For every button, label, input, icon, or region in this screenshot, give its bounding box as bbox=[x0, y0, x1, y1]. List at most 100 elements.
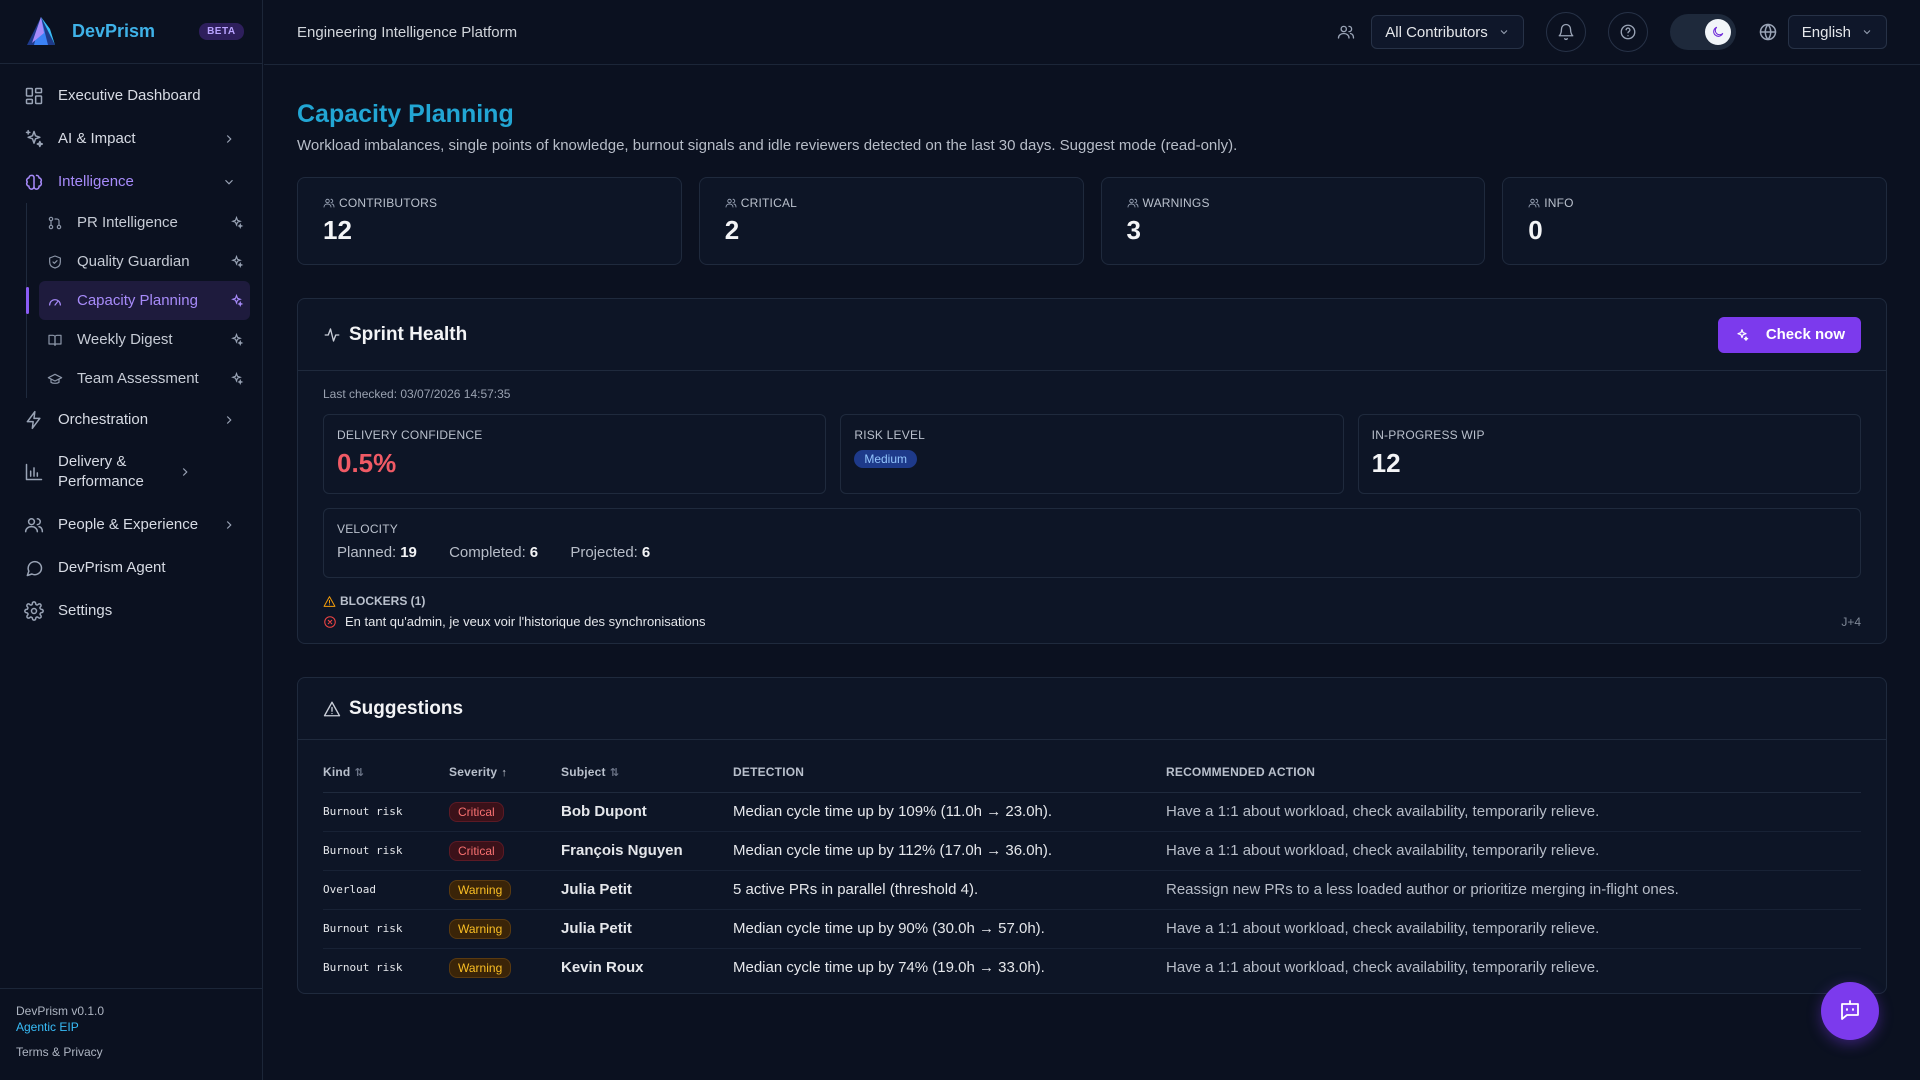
brand[interactable]: DevPrism BETA bbox=[0, 0, 262, 64]
sidebar-footer: DevPrism v0.1.0 Agentic EIP Terms & Priv… bbox=[0, 988, 262, 1080]
cell-subject: François Nguyen bbox=[561, 831, 733, 871]
cell-severity: Warning bbox=[449, 909, 561, 949]
bell-icon bbox=[1558, 23, 1574, 41]
blocker-text: En tant qu'admin, je veux voir l'histori… bbox=[345, 614, 706, 629]
col-kind-label: Kind bbox=[323, 764, 351, 779]
delivery-confidence-value: 0.5% bbox=[337, 448, 397, 478]
notifications-button[interactable] bbox=[1545, 12, 1586, 52]
velocity-row: Planned: 19 Completed: 6 Projected: 6 bbox=[337, 544, 1847, 561]
check-now-button[interactable]: Check now bbox=[1717, 316, 1861, 353]
severity-badge: Warning bbox=[449, 957, 512, 978]
sidebar-item-pr-intelligence[interactable]: PR Intelligence bbox=[27, 203, 262, 242]
book-icon bbox=[48, 334, 62, 346]
sidebar-item-delivery-performance[interactable]: Delivery & Performance bbox=[0, 441, 262, 503]
terms-link[interactable]: Terms & Privacy bbox=[16, 1044, 246, 1060]
col-kind-header[interactable]: Kind ⇅ bbox=[323, 752, 449, 793]
col-detection-header: DETECTION bbox=[733, 752, 1166, 793]
beta-badge: BETA bbox=[199, 23, 244, 40]
page-subtitle: Workload imbalances, single points of kn… bbox=[297, 137, 1238, 154]
sparkles-icon bbox=[1737, 328, 1749, 341]
users-icon bbox=[24, 517, 44, 532]
cell-severity: Warning bbox=[449, 948, 561, 987]
x-circle-icon bbox=[324, 615, 336, 628]
help-icon bbox=[1620, 24, 1636, 40]
table-row[interactable]: Burnout risk Critical Bob Dupont Median … bbox=[323, 792, 1861, 832]
risk-level-metric: RISK LEVEL Medium bbox=[840, 414, 1344, 494]
sidebar-item-people-experience[interactable]: People & Experience bbox=[0, 503, 262, 546]
kpi-label-text: CRITICAL bbox=[740, 196, 798, 210]
kpi-label-text: CONTRIBUTORS bbox=[339, 196, 438, 210]
sprint-health-title: Sprint Health bbox=[349, 323, 468, 345]
severity-badge: Warning bbox=[449, 879, 512, 900]
theme-toggle[interactable] bbox=[1669, 14, 1736, 50]
sidebar-item-capacity-planning[interactable]: Capacity Planning bbox=[26, 281, 250, 320]
intelligence-submenu: PR Intelligence Quality Guardian Capacit… bbox=[26, 203, 262, 398]
cell-kind: Burnout risk bbox=[323, 831, 449, 871]
blocker-item[interactable]: En tant qu'admin, je veux voir l'histori… bbox=[323, 614, 1861, 629]
sidebar-item-orchestration[interactable]: Orchestration bbox=[0, 398, 262, 441]
sidebar-item-weekly-digest[interactable]: Weekly Digest bbox=[27, 320, 262, 359]
wip-metric: IN-PROGRESS WIP 12 bbox=[1357, 414, 1861, 494]
wip-value: 12 bbox=[1371, 448, 1401, 478]
kpi-label-text: INFO bbox=[1544, 196, 1574, 210]
activity-icon bbox=[324, 327, 340, 342]
velocity-panel: VELOCITY Planned: 19 Completed: 6 Projecte… bbox=[323, 508, 1861, 578]
language-select-value: English bbox=[1801, 23, 1851, 41]
kpi-value: 2 bbox=[724, 215, 740, 245]
sidebar-item-label: People & Experience bbox=[58, 516, 199, 533]
contributors-select[interactable]: All Contributors bbox=[1371, 15, 1524, 49]
product-tagline: Agentic EIP bbox=[16, 1020, 79, 1034]
projected-label: Projected: bbox=[570, 544, 638, 561]
suggestions-header: Suggestions bbox=[298, 678, 1886, 740]
col-severity-header[interactable]: Severity ↑ bbox=[449, 752, 561, 793]
kpi-value: 3 bbox=[1126, 215, 1141, 245]
sidebar-item-intelligence[interactable]: Intelligence bbox=[0, 160, 262, 203]
risk-level-badge: Medium bbox=[854, 450, 918, 468]
kpi-value: 0 bbox=[1528, 215, 1543, 245]
table-row[interactable]: Burnout risk Warning Julia Petit Median … bbox=[323, 909, 1861, 949]
blockers-title: BLOCKERS (1) bbox=[340, 594, 426, 608]
sidebar-item-label: Delivery & Performance bbox=[58, 453, 144, 490]
sparkles-icon bbox=[231, 332, 244, 347]
col-severity-label: Severity bbox=[449, 764, 498, 779]
users-icon bbox=[1338, 25, 1355, 39]
velocity-label: VELOCITY bbox=[337, 522, 398, 536]
sparkles-icon bbox=[231, 293, 244, 308]
cell-action: Have a 1:1 about workload, check availab… bbox=[1166, 831, 1861, 871]
suggestions-table: Kind ⇅ Severity ↑ Subject ⇅ DETECTION RECOM… bbox=[323, 752, 1861, 987]
gauge-icon bbox=[49, 298, 61, 306]
page-title: Capacity Planning bbox=[297, 100, 514, 128]
col-detection-label: DETECTION bbox=[733, 764, 805, 779]
sort-icon: ⇅ bbox=[609, 766, 620, 779]
dashboard-icon bbox=[25, 87, 43, 104]
sidebar-item-settings[interactable]: Settings bbox=[0, 589, 262, 632]
theme-toggle-knob bbox=[1704, 19, 1731, 45]
help-button[interactable] bbox=[1607, 12, 1648, 52]
cell-severity: Warning bbox=[449, 870, 561, 910]
check-now-label: Check now bbox=[1765, 326, 1845, 343]
sprint-health-body: Last checked: 03/07/2026 14:57:35 DELIVE… bbox=[298, 371, 1886, 643]
kpi-card-warnings: WARNINGS 3 bbox=[1100, 177, 1486, 265]
table-row[interactable]: Burnout risk Critical François Nguyen Me… bbox=[323, 831, 1861, 871]
sprint-metrics: DELIVERY CONFIDENCE 0.5% RISK LEVEL Medi… bbox=[323, 414, 1861, 494]
sort-icon: ⇅ bbox=[354, 766, 364, 779]
table-row[interactable]: Overload Warning Julia Petit 5 active PR… bbox=[323, 870, 1861, 910]
sidebar-item-team-assessment[interactable]: Team Assessment bbox=[27, 359, 262, 398]
sidebar-item-devprism-agent[interactable]: DevPrism Agent bbox=[0, 546, 262, 589]
language-select[interactable]: English bbox=[1787, 15, 1887, 49]
cell-subject: Julia Petit bbox=[561, 909, 733, 949]
sparkles-icon bbox=[231, 254, 244, 269]
sidebar-item-quality-guardian[interactable]: Quality Guardian bbox=[27, 242, 262, 281]
agent-chat-button[interactable] bbox=[1821, 982, 1879, 1040]
col-action-header: RECOMMENDED ACTION bbox=[1166, 752, 1861, 793]
cell-detection: Median cycle time up by 74% (19.0h → 33.… bbox=[733, 959, 1045, 977]
table-row[interactable]: Burnout risk Warning Kevin Roux Median c… bbox=[323, 948, 1861, 987]
globe-icon bbox=[1759, 23, 1777, 41]
cell-detection: Median cycle time up by 90% (30.0h → 57.… bbox=[733, 909, 1166, 949]
sidebar-item-executive-dashboard[interactable]: Executive Dashboard bbox=[0, 74, 262, 117]
col-subject-header[interactable]: Subject ⇅ bbox=[561, 752, 733, 793]
severity-badge: Critical bbox=[449, 801, 504, 822]
sidebar-item-label: Team Assessment bbox=[77, 370, 199, 387]
sidebar-item-ai-impact[interactable]: AI & Impact bbox=[0, 117, 262, 160]
kpi-card-info: INFO 0 bbox=[1502, 177, 1887, 265]
